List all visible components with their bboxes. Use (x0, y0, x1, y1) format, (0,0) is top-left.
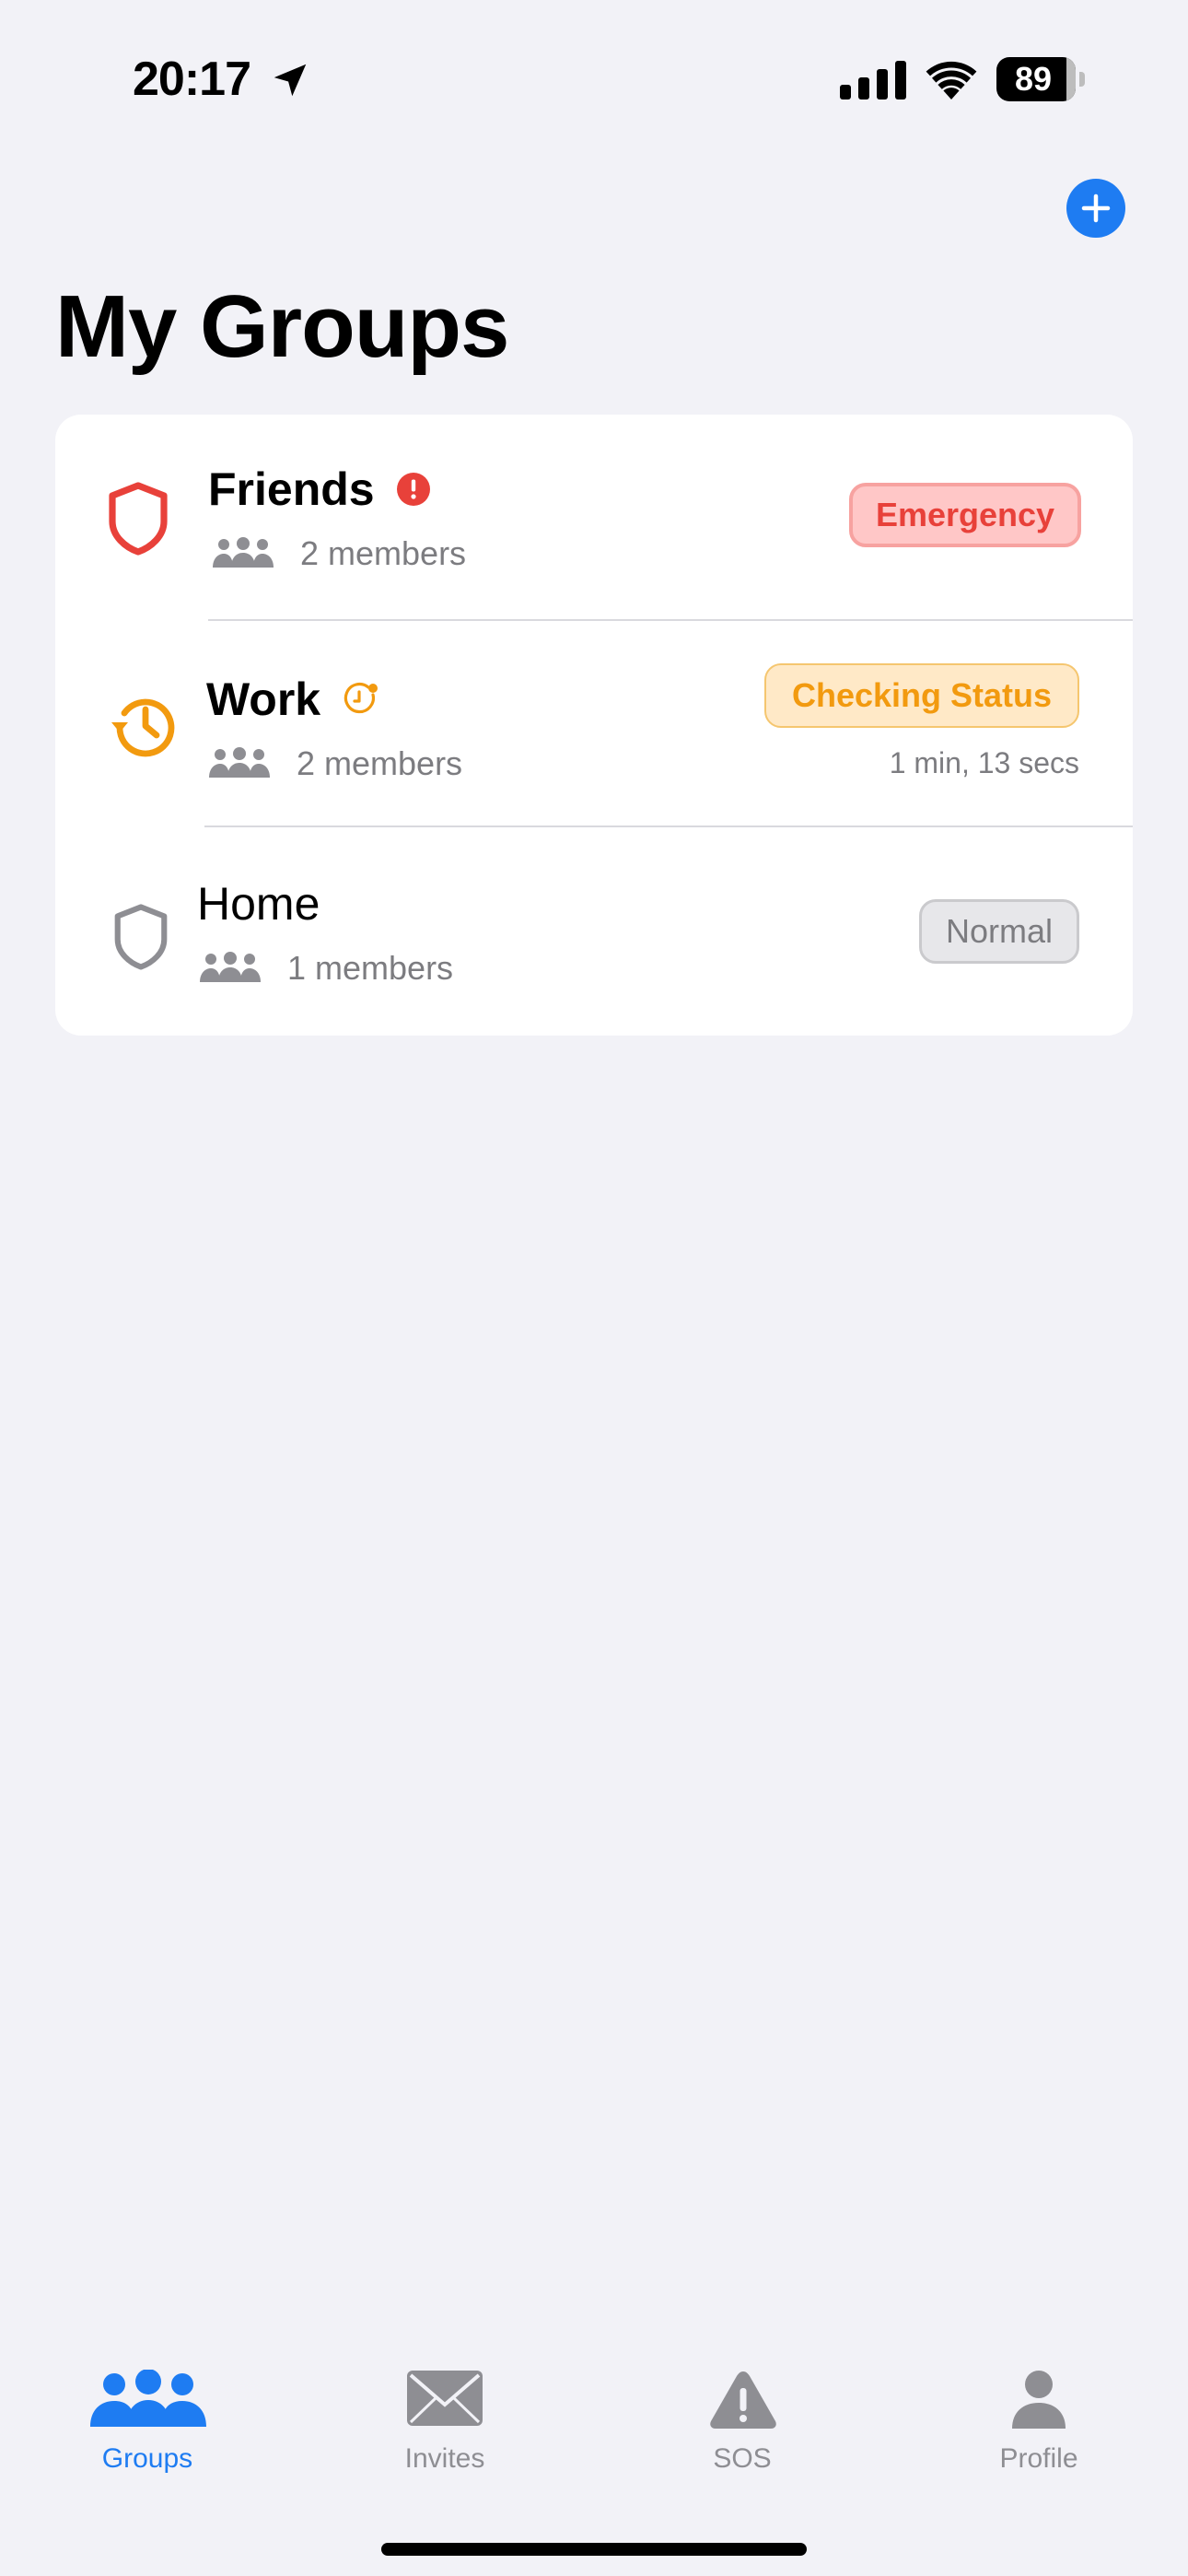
shield-icon (109, 482, 168, 556)
status-bar: 20:17 89 (0, 0, 1188, 157)
group-row-friends[interactable]: Friends 2 members Emergency (55, 415, 1133, 621)
screen: 20:17 89 My Groups Friends 2 members Eme… (0, 0, 1188, 2576)
timer-icon (344, 682, 378, 714)
tab-label: Groups (101, 2443, 193, 2474)
group-name: Home (197, 878, 320, 930)
battery-indicator: 89 (996, 57, 1085, 101)
tab-profile[interactable]: Profile (947, 2340, 1131, 2488)
home-indicator (381, 2543, 807, 2556)
battery-level: 89 (1014, 60, 1053, 98)
wifi-icon (926, 61, 977, 100)
members-count: 2 members (300, 534, 467, 572)
group-row-work[interactable]: Work 2 members Checking Status 1 min, 13… (55, 621, 1133, 827)
group-name: Work (206, 673, 321, 725)
members-count: 2 members (297, 744, 463, 782)
battery-body: 89 (996, 57, 1076, 101)
members-count: 1 members (287, 949, 454, 987)
groups-list: Friends 2 members Emergency Work 2 membe… (55, 415, 1133, 1036)
person-icon (1012, 2371, 1066, 2429)
warning-triangle-icon (710, 2371, 776, 2429)
tab-invites[interactable]: Invites (353, 2340, 537, 2488)
add-group-button[interactable] (1066, 179, 1125, 238)
page-title: My Groups (55, 277, 509, 376)
tab-bar: Groups Invites SOS Profile (0, 2340, 1188, 2576)
exclamation-circle-icon (397, 473, 430, 506)
tab-label: SOS (713, 2443, 772, 2474)
status-time: 20:17 (133, 53, 251, 106)
group-row-home[interactable]: Home 1 members Normal (55, 827, 1133, 1034)
status-badge-normal: Normal (919, 899, 1079, 964)
members-icon (213, 537, 274, 568)
tab-groups[interactable]: Groups (55, 2340, 239, 2488)
tab-sos[interactable]: SOS (650, 2340, 834, 2488)
tab-label: Invites (404, 2443, 485, 2474)
status-badge-emergency: Emergency (849, 483, 1081, 547)
tab-label: Profile (999, 2443, 1078, 2474)
clock-history-icon (111, 698, 175, 757)
plus-icon (1081, 193, 1111, 223)
status-badge-checking: Checking Status (764, 663, 1079, 728)
shield-icon (114, 904, 168, 970)
members-icon (200, 952, 261, 982)
people-icon (90, 2370, 206, 2427)
elapsed-time: 1 min, 13 secs (889, 746, 1079, 779)
envelope-icon (407, 2371, 483, 2426)
cellular-signal-icon (840, 61, 906, 100)
group-name: Friends (208, 463, 375, 515)
location-arrow-icon (274, 64, 307, 97)
members-icon (209, 747, 270, 778)
